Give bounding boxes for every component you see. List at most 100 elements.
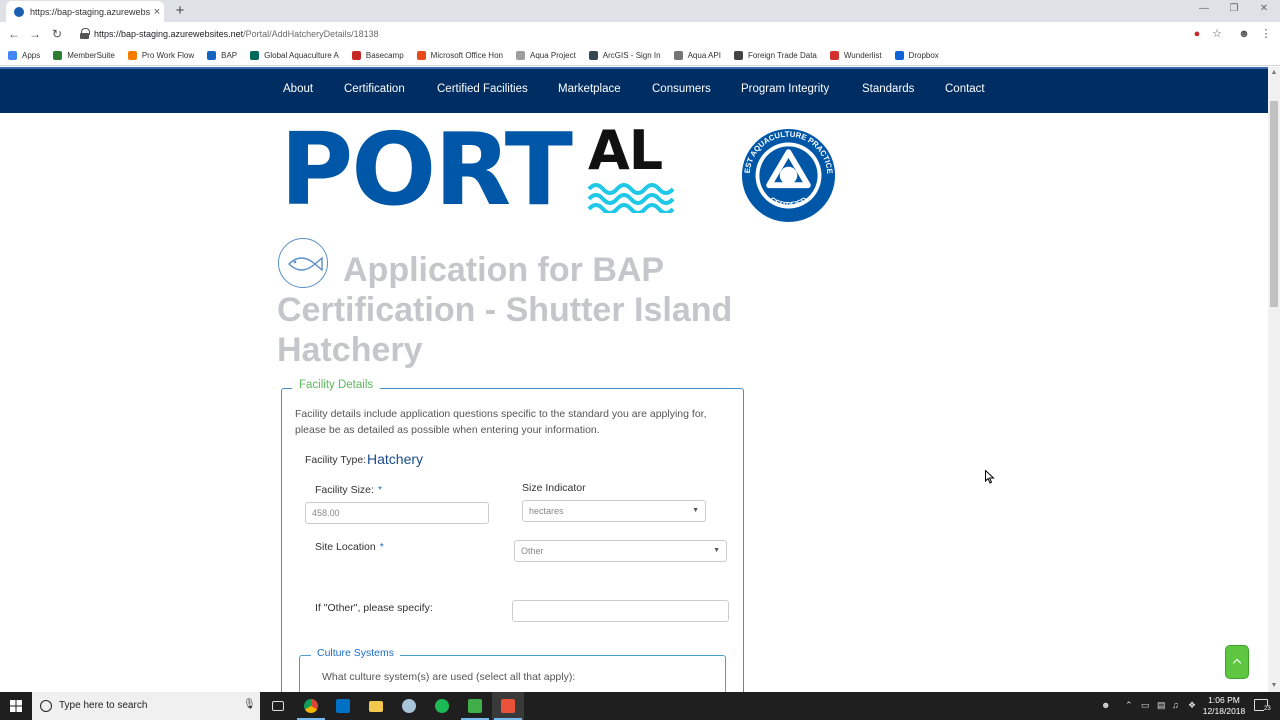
- facility-details-description: Facility details include application que…: [295, 408, 707, 436]
- bookmark-item[interactable]: Aqua Project: [515, 51, 576, 60]
- bookmark-item[interactable]: BAP: [207, 51, 237, 60]
- clock-date: 12/18/2018: [1202, 706, 1246, 716]
- nav-certification[interactable]: Certification: [344, 83, 405, 95]
- bookmarks-bar: Apps MemberSuite Pro Work Flow BAP Global Aq…: [0, 46, 1280, 66]
- network-icon[interactable]: ▤: [1157, 700, 1166, 711]
- required-marker: *: [377, 484, 383, 496]
- facility-size-label: Facility Size: *: [315, 484, 383, 496]
- microphone-icon[interactable]: 🎙: [243, 699, 256, 710]
- bookmark-item[interactable]: Aqua API: [673, 51, 721, 60]
- nav-about[interactable]: About: [283, 83, 313, 95]
- nav-contact[interactable]: Contact: [945, 83, 985, 95]
- scroll-to-top-button[interactable]: [1225, 645, 1249, 679]
- battery-icon[interactable]: ▭: [1141, 700, 1150, 711]
- windows-logo-icon: [10, 700, 22, 712]
- bookmark-label: Basecamp: [365, 51, 404, 60]
- bookmark-item[interactable]: Basecamp: [351, 51, 404, 60]
- tab-title: https://bap-staging.azurewebsite: [30, 6, 150, 17]
- bookmark-item[interactable]: Pro Work Flow: [127, 51, 195, 60]
- bookmark-favicon-icon: [829, 51, 839, 60]
- chevron-down-icon: ▼: [692, 507, 699, 514]
- bookmark-label: Pro Work Flow: [141, 51, 195, 60]
- bookmark-label: Apps: [22, 51, 41, 60]
- bookmark-favicon-icon: [515, 51, 525, 60]
- bookmark-favicon-icon: [250, 51, 260, 60]
- taskbar-search-box[interactable]: Type here to search 🎙: [32, 692, 260, 720]
- bookmark-item[interactable]: Global Aquaculture A: [250, 51, 339, 60]
- scrollbar-thumb[interactable]: [1270, 101, 1278, 307]
- bookmark-item[interactable]: Foreign Trade Data: [733, 51, 817, 60]
- site-favicon-icon: [14, 6, 24, 17]
- top-navigation: About Certification Certified Facilities…: [0, 67, 1268, 113]
- site-location-select[interactable]: Other ▼: [514, 540, 727, 562]
- bookmark-favicon-icon: [207, 51, 217, 60]
- tab-close-icon[interactable]: ×: [150, 6, 164, 18]
- culture-systems-question: What culture system(s) are used (select …: [322, 671, 576, 683]
- required-marker: *: [379, 541, 384, 553]
- bookmark-favicon-icon: [351, 51, 361, 60]
- chevron-up-icon[interactable]: ⌃: [1125, 700, 1133, 711]
- bookmark-item[interactable]: ArcGIS - Sign In: [588, 51, 661, 60]
- new-tab-button[interactable]: +: [172, 2, 188, 20]
- menu-kebab-icon[interactable]: ⋮: [1259, 27, 1273, 41]
- nav-marketplace[interactable]: Marketplace: [558, 83, 621, 95]
- scroll-up-arrow-icon[interactable]: ▲: [1268, 67, 1280, 79]
- size-indicator-select[interactable]: hectares ▼: [522, 500, 706, 522]
- nav-consumers[interactable]: Consumers: [652, 83, 711, 95]
- site-location-label: Site Location *: [315, 541, 384, 553]
- volume-icon[interactable]: ♫: [1172, 700, 1179, 710]
- file-explorer-taskbar-icon[interactable]: [360, 692, 392, 720]
- bookmark-item[interactable]: Microsoft Office Hon: [416, 51, 503, 60]
- facility-type-label: Facility Type:: [305, 454, 367, 466]
- extension-icon[interactable]: ●: [1190, 27, 1204, 41]
- bookmark-label: Wunderlist: [843, 51, 882, 60]
- browser-tab-strip: https://bap-staging.azurewebsite × + — ❐…: [0, 0, 1280, 22]
- outlook-taskbar-icon[interactable]: [327, 692, 359, 720]
- bap-certified-seal: BEST AQUACULTURE PRACTICES CERTIFIED: [740, 127, 836, 223]
- scroll-down-arrow-icon[interactable]: ▼: [1268, 680, 1280, 692]
- bookmark-item[interactable]: Apps: [8, 51, 40, 60]
- page-scrollbar[interactable]: ▲ ▼: [1268, 67, 1280, 692]
- minimize-window-button[interactable]: —: [1194, 3, 1214, 17]
- forward-arrow-icon[interactable]: →: [27, 26, 43, 42]
- facility-size-input[interactable]: 458.00: [305, 502, 489, 524]
- close-window-button[interactable]: ✕: [1254, 3, 1274, 17]
- bookmark-item[interactable]: Dropbox: [894, 51, 939, 60]
- lock-icon[interactable]: [80, 28, 90, 39]
- recorder-taskbar-icon[interactable]: [492, 692, 524, 720]
- logo-port-text: PORT: [280, 111, 573, 228]
- profile-avatar-icon[interactable]: ☻: [1237, 27, 1251, 41]
- person-icon[interactable]: ☻: [1101, 700, 1110, 710]
- task-view-icon[interactable]: [262, 692, 294, 720]
- spotify-taskbar-icon[interactable]: [426, 692, 458, 720]
- bookmark-favicon-icon: [127, 51, 137, 60]
- notification-count-badge: 23: [1264, 706, 1271, 712]
- address-bar[interactable]: https://bap-staging.azurewebsites.net/Po…: [94, 26, 379, 42]
- bookmark-favicon-icon: [894, 51, 904, 60]
- bookmark-item[interactable]: Wunderlist: [829, 51, 882, 60]
- restore-window-button[interactable]: ❐: [1224, 3, 1244, 17]
- bookmark-star-icon[interactable]: ☆: [1210, 27, 1224, 41]
- browser-tab[interactable]: https://bap-staging.azurewebsite ×: [6, 1, 164, 22]
- url-path: /Portal/AddHatcheryDetails/18138: [243, 29, 379, 39]
- nav-program-integrity[interactable]: Program Integrity: [741, 83, 829, 95]
- clock-time: 1:06 PM: [1208, 695, 1240, 705]
- reload-icon[interactable]: ↻: [49, 26, 65, 42]
- cortana-icon: [40, 700, 52, 712]
- camtasia-taskbar-icon[interactable]: [459, 692, 491, 720]
- bookmark-label: BAP: [221, 51, 238, 60]
- taskbar-clock[interactable]: 1:06 PM 12/18/2018: [1196, 695, 1252, 717]
- chrome-taskbar-icon[interactable]: [295, 692, 327, 720]
- size-indicator-value: hectares: [529, 506, 564, 516]
- dropbox-tray-icon[interactable]: ❖: [1188, 700, 1196, 711]
- nav-certified-facilities[interactable]: Certified Facilities: [437, 83, 528, 95]
- other-specify-input[interactable]: [512, 600, 729, 622]
- app-taskbar-icon[interactable]: [393, 692, 425, 720]
- windows-start-button[interactable]: [0, 692, 32, 720]
- browser-toolbar: ← → ↻ https://bap-staging.azurewebsites.…: [0, 22, 1280, 46]
- other-specify-label: If "Other", please specify:: [315, 602, 433, 614]
- back-arrow-icon[interactable]: ←: [6, 26, 22, 42]
- bookmark-item[interactable]: MemberSuite: [53, 51, 115, 60]
- bookmark-favicon-icon: [733, 51, 743, 60]
- nav-standards[interactable]: Standards: [862, 83, 914, 95]
